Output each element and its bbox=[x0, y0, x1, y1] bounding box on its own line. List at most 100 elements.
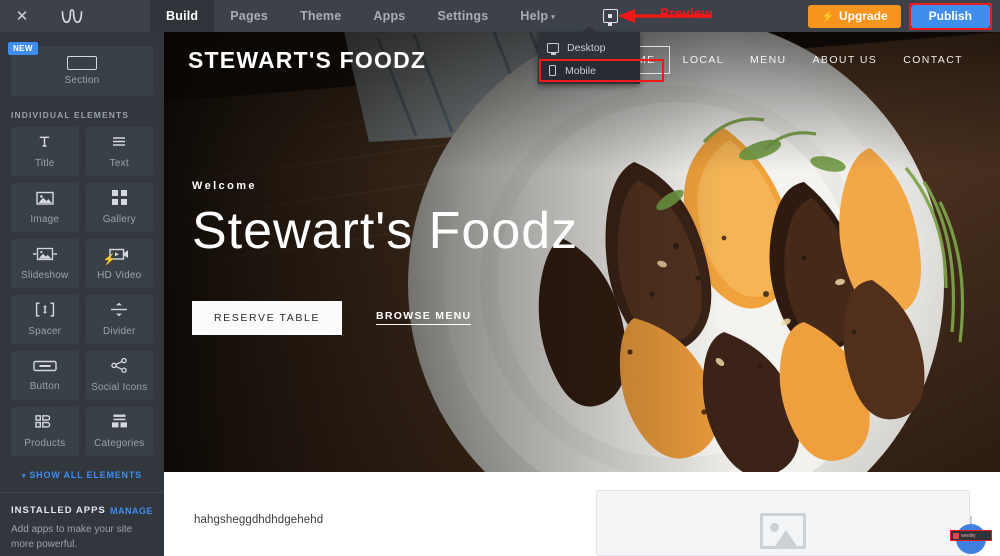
element-tile-gallery[interactable]: Gallery bbox=[85, 183, 153, 232]
site-nav-local[interactable]: LOCAL bbox=[670, 47, 737, 73]
show-all-elements-button[interactable]: ▾ SHOW ALL ELEMENTS bbox=[0, 456, 164, 492]
element-tile-divider-label: Divider bbox=[102, 326, 136, 337]
spacer-icon bbox=[35, 302, 55, 321]
element-tile-products[interactable]: Products bbox=[11, 407, 79, 456]
dropdown-item-mobile-label: Mobile bbox=[565, 64, 596, 77]
top-bar-actions: ⚡ Upgrade Publish bbox=[808, 2, 1000, 30]
element-tile-products-label: Products bbox=[24, 438, 66, 449]
slideshow-icon bbox=[32, 247, 57, 265]
hero-copy: Welcome Stewart's Foodz RESERVE TABLE BR… bbox=[192, 180, 578, 335]
element-tile-section-label: Section bbox=[64, 75, 100, 86]
preview-annotation-label: Preview bbox=[660, 6, 713, 21]
dropdown-item-desktop-label: Desktop bbox=[567, 41, 606, 54]
element-tile-hd-video-label: HD Video bbox=[97, 269, 142, 281]
site-nav-contact[interactable]: CONTACT bbox=[890, 47, 976, 73]
categories-icon bbox=[111, 414, 128, 433]
weebly-editor-window: ✕ Build Pages Theme Apps Settings Help ▾… bbox=[0, 0, 1000, 556]
chevron-down-icon: ▾ bbox=[551, 14, 555, 21]
browse-menu-link[interactable]: BROWSE MENU bbox=[376, 310, 472, 326]
gallery-icon bbox=[111, 190, 127, 209]
element-tile-button[interactable]: Button bbox=[11, 351, 79, 400]
element-tile-categories[interactable]: Categories bbox=[85, 407, 153, 456]
tab-settings[interactable]: Settings bbox=[421, 0, 504, 32]
manage-apps-link[interactable]: MANAGE bbox=[110, 506, 153, 516]
site-brand: STEWART'S FOODZ bbox=[188, 46, 427, 73]
installed-apps-description: Add apps to make your site more powerful… bbox=[11, 524, 133, 550]
tab-build[interactable]: Build bbox=[150, 0, 215, 32]
element-tile-spacer[interactable]: Spacer bbox=[11, 295, 79, 344]
site-canvas: STEWART'S FOODZ HOME LOCAL MENU ABOUT US… bbox=[164, 32, 1000, 556]
monitor-preview-icon bbox=[602, 9, 618, 26]
tab-pages[interactable]: Pages bbox=[214, 0, 284, 32]
element-tile-button-label: Button bbox=[29, 380, 60, 392]
dropdown-item-mobile[interactable]: Mobile bbox=[538, 59, 664, 82]
element-tile-gallery-label: Gallery bbox=[102, 214, 136, 225]
tab-theme-label: Theme bbox=[300, 9, 342, 23]
publish-button[interactable]: Publish bbox=[910, 4, 990, 28]
element-tile-image[interactable]: Image bbox=[11, 183, 79, 232]
tab-settings-label: Settings bbox=[437, 9, 489, 23]
element-tile-spacer-label: Spacer bbox=[28, 326, 62, 337]
dropdown-item-desktop[interactable]: Desktop bbox=[538, 36, 640, 59]
button-icon bbox=[33, 360, 57, 376]
element-tile-slideshow[interactable]: Slideshow bbox=[11, 239, 79, 288]
text-icon bbox=[111, 135, 127, 153]
editor-main-nav: Build Pages Theme Apps Settings Help ▾ bbox=[150, 0, 571, 32]
publish-label: Publish bbox=[928, 9, 972, 23]
bolt-icon: ⚡ bbox=[821, 10, 835, 23]
site-nav-about-us[interactable]: ABOUT US bbox=[800, 47, 891, 73]
upgrade-button[interactable]: ⚡ Upgrade bbox=[808, 4, 901, 28]
desktop-icon bbox=[547, 42, 559, 55]
installed-apps-header: INSTALLED APPS MANAGE bbox=[0, 493, 164, 516]
individual-elements-heading: INDIVIDUAL ELEMENTS bbox=[11, 110, 130, 120]
badge-tag-label: weebly bbox=[961, 532, 976, 539]
tab-pages-label: Pages bbox=[230, 9, 269, 23]
element-tile-title-label: Title bbox=[34, 158, 55, 169]
tab-build-label: Build bbox=[166, 9, 199, 23]
site-corner-badge[interactable]: weebly bbox=[948, 516, 994, 556]
title-icon bbox=[37, 134, 52, 153]
section-icon bbox=[67, 56, 97, 70]
elements-grid: Title Text Image Gallery Slideshow ⚡ HD … bbox=[0, 127, 164, 456]
element-tile-title[interactable]: Title bbox=[11, 127, 79, 176]
image-placeholder-block[interactable] bbox=[596, 490, 970, 556]
element-tile-social-icons-label: Social Icons bbox=[91, 382, 148, 393]
element-tile-text[interactable]: Text bbox=[85, 127, 153, 176]
tab-help[interactable]: Help ▾ bbox=[504, 0, 571, 32]
element-tile-image-label: Image bbox=[30, 213, 60, 225]
element-tile-slideshow-label: Slideshow bbox=[21, 269, 69, 281]
tab-theme[interactable]: Theme bbox=[284, 0, 357, 32]
publish-button-highlight: Publish bbox=[908, 2, 993, 30]
site-nav: HOME LOCAL MENU ABOUT US CONTACT bbox=[604, 46, 976, 74]
preview-device-dropdown: Desktop Mobile bbox=[538, 26, 664, 84]
reserve-table-button[interactable]: RESERVE TABLE bbox=[192, 300, 343, 335]
chevron-down-icon: ▾ bbox=[22, 473, 27, 480]
divider-icon bbox=[110, 302, 128, 321]
social-icons-icon bbox=[111, 357, 128, 377]
element-tile-social-icons[interactable]: Social Icons bbox=[85, 351, 153, 400]
element-tile-text-label: Text bbox=[109, 157, 129, 169]
badge-square-icon bbox=[953, 532, 959, 539]
elements-sidebar: NEW Section INDIVIDUAL ELEMENTS Title Te… bbox=[0, 32, 164, 556]
close-icon[interactable]: ✕ bbox=[0, 0, 44, 32]
tab-help-label: Help bbox=[520, 9, 549, 23]
weebly-logo-icon[interactable] bbox=[44, 0, 100, 32]
hero-eyebrow: Welcome bbox=[192, 180, 257, 192]
new-badge: NEW bbox=[8, 42, 38, 55]
element-tile-hd-video[interactable]: ⚡ HD Video bbox=[85, 239, 153, 288]
hero-title: Stewart's Foodz bbox=[192, 202, 579, 260]
installed-apps-title: INSTALLED APPS bbox=[11, 505, 106, 516]
hero-actions: RESERVE TABLE BROWSE MENU bbox=[192, 300, 578, 335]
section-tile-wrap: NEW Section bbox=[0, 32, 164, 96]
upgrade-label: Upgrade bbox=[838, 9, 888, 23]
show-all-elements-label: SHOW ALL ELEMENTS bbox=[29, 470, 142, 480]
element-tile-divider[interactable]: Divider bbox=[85, 295, 153, 344]
image-placeholder-icon bbox=[760, 513, 806, 549]
tab-apps-label: Apps bbox=[373, 9, 406, 23]
tab-apps[interactable]: Apps bbox=[357, 0, 421, 32]
site-nav-menu[interactable]: MENU bbox=[737, 47, 800, 73]
hero-section: STEWART'S FOODZ HOME LOCAL MENU ABOUT US… bbox=[164, 32, 1000, 472]
element-tile-categories-label: Categories bbox=[94, 438, 145, 449]
mobile-icon bbox=[549, 65, 556, 76]
badge-tag: weebly bbox=[950, 530, 992, 541]
